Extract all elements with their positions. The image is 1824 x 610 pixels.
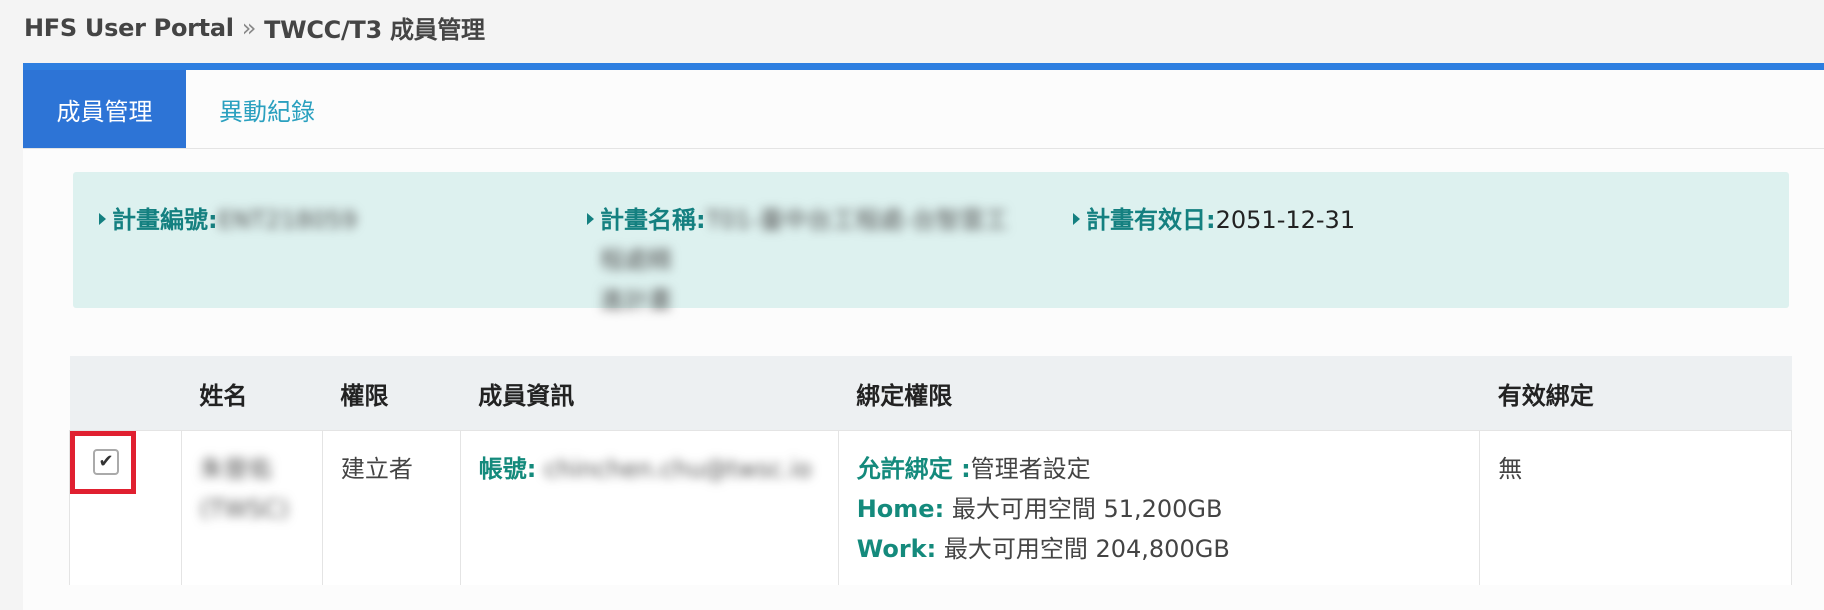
member-management-panel: 成員管理 異動紀錄 計畫編號:ENT218059 計畫名稱:T01-臺中台工程處…: [23, 63, 1824, 610]
column-header-name: 姓名: [181, 356, 323, 431]
column-header-role: 權限: [322, 356, 461, 431]
breadcrumb-separator: »: [241, 13, 257, 42]
column-header-valid-binding: 有效綁定: [1479, 356, 1792, 431]
column-header-binding-permission: 綁定權限: [838, 356, 1480, 431]
row-checkbox[interactable]: ✔: [93, 449, 119, 475]
table-header-row: 姓名 權限 成員資訊 綁定權限 有效綁定: [69, 356, 1792, 431]
tab-member-management[interactable]: 成員管理: [23, 70, 186, 148]
account-value: chinchen.chu@twsc.io: [544, 455, 812, 483]
caret-right-icon: [587, 213, 594, 225]
project-name-value-line2: 進計畫: [600, 286, 672, 314]
check-icon: ✔: [98, 451, 114, 472]
name-cell: 朱晉佑 (TWSC): [181, 430, 323, 585]
project-id-label: 計畫編號:: [112, 206, 218, 234]
home-value: 最大可用空間 51,200GB: [944, 495, 1223, 523]
tab-bar: 成員管理 異動紀錄: [23, 70, 1824, 149]
bind-allow-value: 管理者設定: [970, 455, 1091, 483]
project-expiry-label: 計畫有效日:: [1086, 206, 1216, 234]
column-header-member-info: 成員資訊: [460, 356, 839, 431]
select-cell: ✔: [69, 430, 182, 585]
caret-right-icon: [99, 213, 106, 225]
tab-change-log[interactable]: 異動紀錄: [186, 70, 348, 148]
member-info-cell: 帳號: chinchen.chu@twsc.io: [460, 430, 839, 585]
role-cell: 建立者: [322, 430, 461, 585]
project-id-value: ENT218059: [217, 206, 358, 234]
project-expiry-item: 計畫有效日:2051-12-31: [1073, 200, 1355, 240]
members-table-wrap: 姓名 權限 成員資訊 綁定權限 有效綁定 ✔ 朱晉佑 (TWSC) 建立者 帳號…: [69, 356, 1792, 585]
project-name-label: 計畫名稱:: [600, 206, 706, 234]
breadcrumb: HFS User Portal » TWCC/T3 成員管理: [24, 10, 485, 45]
column-header-select: [69, 356, 182, 431]
project-id-item: 計畫編號:ENT218059: [99, 200, 357, 240]
member-name: 朱晉佑: [199, 455, 272, 483]
member-org: (TWSC): [199, 495, 290, 523]
project-name-item: 計畫名稱:T01-臺中台工程處-台智雲工程處精 進計畫: [587, 200, 1027, 320]
breadcrumb-root[interactable]: HFS User Portal: [24, 14, 234, 42]
binding-permission-cell: 允許綁定 :管理者設定 Home: 最大可用空間 51,200GB Work: …: [838, 430, 1481, 585]
project-expiry-value: 2051-12-31: [1215, 206, 1356, 234]
caret-right-icon: [1073, 213, 1080, 225]
members-table: 姓名 權限 成員資訊 綁定權限 有效綁定 ✔ 朱晉佑 (TWSC) 建立者 帳號…: [69, 356, 1792, 585]
work-label: Work:: [856, 535, 937, 563]
work-value: 最大可用空間 204,800GB: [936, 535, 1230, 563]
account-label: 帳號:: [478, 455, 537, 483]
breadcrumb-current: TWCC/T3 成員管理: [264, 16, 485, 44]
home-label: Home:: [856, 495, 945, 523]
valid-binding-cell: 無: [1479, 430, 1792, 585]
project-info-box: 計畫編號:ENT218059 計畫名稱:T01-臺中台工程處-台智雲工程處精 進…: [73, 172, 1789, 314]
bind-allow-label: 允許綁定 :: [856, 455, 971, 483]
table-row: ✔ 朱晉佑 (TWSC) 建立者 帳號: chinchen.chu@twsc.i…: [69, 430, 1792, 585]
